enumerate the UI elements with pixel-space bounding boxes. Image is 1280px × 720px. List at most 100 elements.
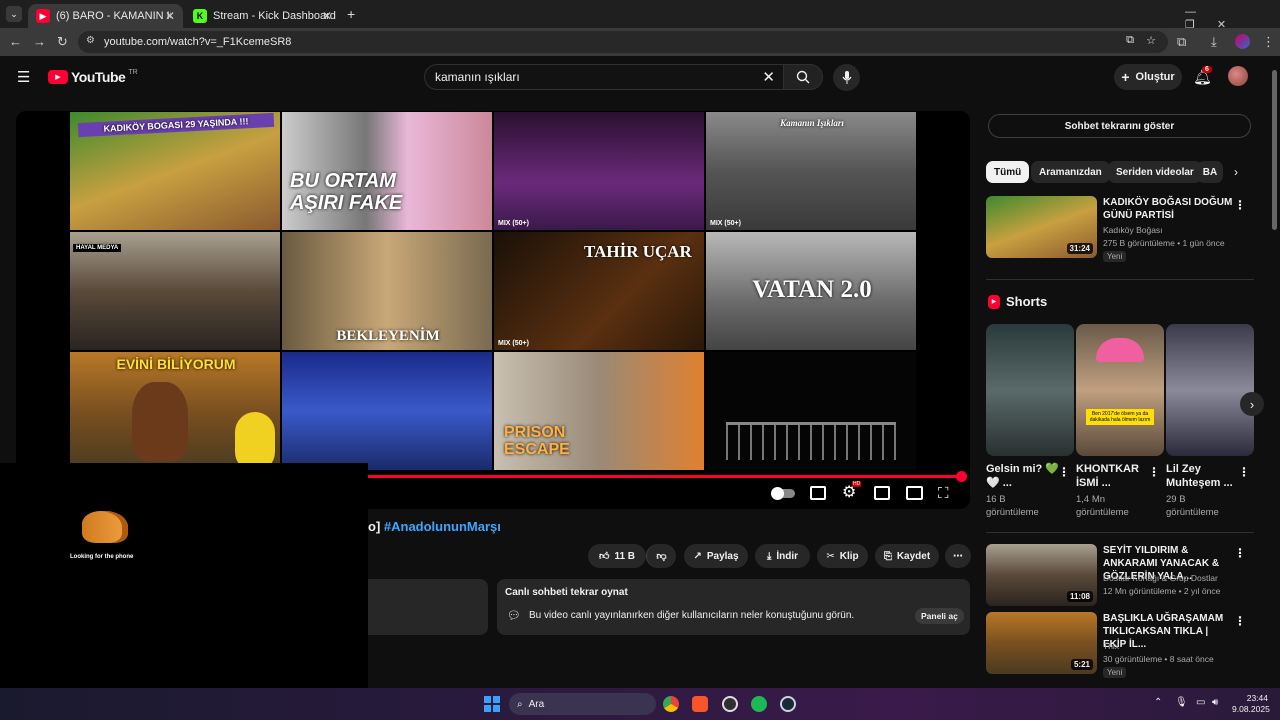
close-tab-icon[interactable]: ✕: [165, 9, 175, 23]
short-title[interactable]: KHONTKAR İSMİ ...: [1076, 462, 1150, 490]
endscreen-tile[interactable]: KADIKÖY BOGASI 29 YAŞINDA !!!: [70, 112, 280, 230]
create-button[interactable]: + Oluştur: [1114, 64, 1182, 90]
new-tab-button[interactable]: +: [347, 6, 355, 22]
short-card[interactable]: Ben 2017'de ölsem ya da dakikada hala öl…: [1076, 324, 1164, 456]
site-info-icon[interactable]: ⚙: [86, 35, 95, 46]
obs-icon[interactable]: [722, 696, 738, 712]
endscreen-tile[interactable]: PRISON ESCAPE: [494, 352, 704, 470]
chip-series[interactable]: Seriden videolar: [1108, 161, 1202, 183]
chip-from-search[interactable]: Aramanızdan: [1031, 161, 1110, 183]
recommended-video[interactable]: 11:08 SEYİT YILDIRIM & ANKARAMI YANACAK …: [986, 544, 1250, 606]
endscreen-tile[interactable]: [706, 352, 916, 470]
tab-search-button[interactable]: ⌄: [6, 6, 22, 22]
chip-all[interactable]: Tümü: [986, 161, 1030, 183]
tab-youtube[interactable]: ▶ (6) BARO - KAMANIN IŞIKLARI ✕: [28, 4, 183, 28]
brave-icon[interactable]: [692, 696, 708, 712]
hashtag-link[interactable]: #AnadolununMarşı: [384, 519, 501, 534]
taskbar-search[interactable]: ⌕ Ara: [509, 693, 656, 715]
video-meta: 30 görüntüleme • 8 saat önce: [1103, 654, 1214, 664]
cast-icon[interactable]: ⧉: [1126, 34, 1134, 47]
show-chat-replay-button[interactable]: Sohbet tekrarını göster: [988, 114, 1251, 138]
save-button[interactable]: ⎘ Kaydet: [875, 544, 939, 568]
forward-icon[interactable]: →: [33, 34, 46, 49]
chat-replay-desc: Bu video canlı yayınlanırken diğer kulla…: [529, 610, 855, 621]
dislike-button[interactable]: 👎︎: [646, 544, 676, 568]
like-button[interactable]: 👍︎ 11 B: [588, 544, 646, 568]
short-card[interactable]: [1166, 324, 1254, 456]
url-field[interactable]: ⚙ youtube.com/watch?v=_F1KcemeSR8 ⧉ ☆: [78, 31, 1168, 53]
short-title[interactable]: Gelsin mi? 💚🤍 ...: [986, 462, 1060, 490]
start-button[interactable]: [484, 696, 500, 712]
region-code: TR: [128, 68, 138, 76]
search-input[interactable]: kamanın ışıkları ✕: [424, 64, 784, 90]
endscreen-tile[interactable]: VATAN 2.0: [706, 232, 916, 350]
clear-search-icon[interactable]: ✕: [762, 68, 775, 86]
autoplay-toggle[interactable]: [771, 487, 795, 500]
short-menu-icon[interactable]: ⋮: [1238, 465, 1250, 479]
open-panel-button[interactable]: Paneli aç: [915, 608, 964, 624]
download-button[interactable]: ⤓ İndir: [755, 544, 810, 568]
endscreen-tile[interactable]: HAYAL MEDYA: [70, 232, 280, 350]
chips-next-icon[interactable]: ›: [1234, 165, 1238, 179]
back-icon[interactable]: ←: [9, 34, 22, 49]
endscreen-tile[interactable]: [282, 352, 492, 470]
recommended-video[interactable]: 31:24 KADIKÖY BOĞASI DOĞUM GÜNÜ PARTİSİ …: [986, 196, 1250, 266]
hamburger-menu-icon[interactable]: ☰: [17, 68, 30, 86]
spotify-icon[interactable]: [751, 696, 767, 712]
shorts-next-button[interactable]: ›: [1240, 392, 1264, 416]
description-box[interactable]: [360, 579, 488, 635]
settings-gear-icon[interactable]: ⚙ HD: [842, 481, 862, 502]
short-title[interactable]: Lil Zey Muhteşem ...: [1166, 462, 1240, 490]
video-menu-icon[interactable]: ⋮: [1234, 546, 1246, 560]
more-actions-button[interactable]: ⋯: [945, 544, 971, 568]
endscreen-tile[interactable]: BEKLEYENİM: [282, 232, 492, 350]
profile-avatar[interactable]: [1235, 34, 1250, 49]
search-button[interactable]: [783, 64, 823, 90]
chip-more[interactable]: BA: [1197, 161, 1223, 183]
tray-chevron-icon[interactable]: ⌃: [1154, 697, 1162, 708]
mic-tray-icon[interactable]: 🎙︎: [1175, 697, 1188, 708]
miniplayer-icon[interactable]: [874, 486, 890, 500]
network-icon[interactable]: ▭: [1196, 697, 1205, 708]
endscreen-tile[interactable]: BU ORTAM AŞIRI FAKE: [282, 112, 492, 230]
endscreen-tile[interactable]: Kamanın Işıkları MIX (50+): [706, 112, 916, 230]
chrome-icon[interactable]: [663, 696, 679, 712]
video-menu-icon[interactable]: ⋮: [1234, 198, 1246, 212]
endscreen-tile[interactable]: EVİNİ BİLİYORUM: [70, 352, 280, 470]
fullscreen-icon[interactable]: ⛶: [938, 485, 949, 502]
steam-icon[interactable]: [780, 696, 796, 712]
voice-search-button[interactable]: [833, 64, 860, 91]
youtube-logo[interactable]: ▶ YouTube TR: [48, 69, 138, 85]
tab-kick-dashboard[interactable]: K Stream - Kick Dashboard ✕: [185, 4, 340, 28]
download-icon: ⤓: [766, 550, 772, 562]
tile-title: HAYAL MEDYA: [73, 244, 122, 252]
page-scrollbar[interactable]: [1272, 70, 1277, 230]
scrubber-handle[interactable]: [956, 471, 967, 482]
volume-icon[interactable]: 🔊︎: [1212, 697, 1218, 708]
short-card[interactable]: [986, 324, 1074, 456]
endscreen-tile[interactable]: TAHİR UÇAR MIX (50+): [494, 232, 704, 350]
downloads-icon[interactable]: ⤓: [1211, 34, 1217, 50]
bookmark-star-icon[interactable]: ☆: [1146, 34, 1156, 47]
minion-figure: [235, 412, 275, 470]
video-menu-icon[interactable]: ⋮: [1234, 614, 1246, 628]
short-menu-icon[interactable]: ⋮: [1058, 465, 1070, 479]
theater-mode-icon[interactable]: [906, 486, 923, 500]
browser-menu-icon[interactable]: ⋮: [1262, 34, 1275, 50]
account-avatar[interactable]: [1228, 66, 1248, 86]
clock[interactable]: 23:44 9.08.2025: [1232, 693, 1270, 715]
extensions-icon[interactable]: ⧉: [1177, 34, 1186, 50]
subtitles-icon[interactable]: [810, 486, 826, 500]
mix-badge: MIX (50+): [710, 220, 741, 227]
close-tab-icon[interactable]: ✕: [322, 9, 332, 23]
recommended-video[interactable]: 5:21 BAŞLIKLA UĞRAŞAMAM TIKLICAKSAN TIKL…: [986, 612, 1250, 682]
share-button[interactable]: ↗ Paylaş: [684, 544, 748, 568]
reload-icon[interactable]: ↻: [57, 34, 68, 50]
video-player[interactable]: KADIKÖY BOGASI 29 YAŞINDA !!! BU ORTAM A…: [16, 111, 970, 509]
video-meta: 275 B görüntüleme • 1 gün önce: [1103, 238, 1225, 248]
endscreen-tile[interactable]: MIX (50+): [494, 112, 704, 230]
short-menu-icon[interactable]: ⋮: [1148, 465, 1160, 479]
minimize-icon[interactable]: —: [1185, 6, 1218, 18]
clip-button[interactable]: ✂ Klip: [817, 544, 868, 568]
notifications-button[interactable]: 🔔︎ 6: [1193, 66, 1212, 87]
